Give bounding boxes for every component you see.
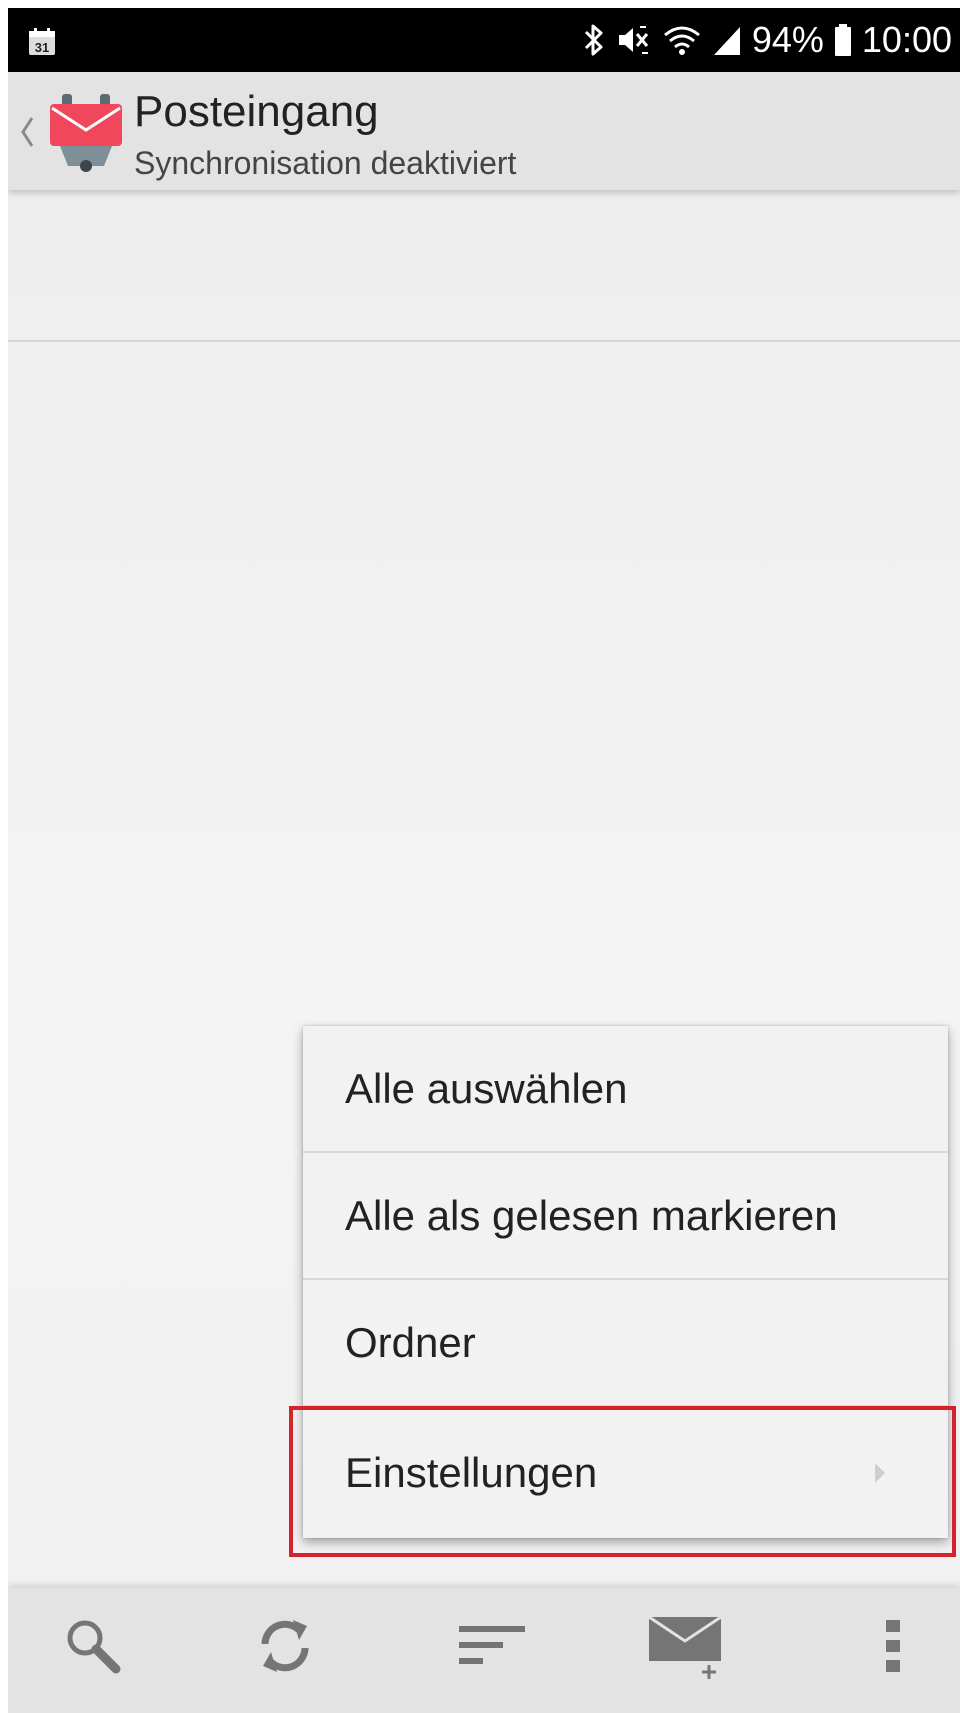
page-title: Posteingang [134,87,379,136]
menu-item-settings[interactable]: Einstellungen [303,1407,948,1538]
status-bar: 31 94% 10:00 [8,8,960,72]
menu-item-mark-all-read[interactable]: Alle als gelesen markieren [303,1153,948,1280]
sync-status: Synchronisation deaktiviert [134,145,517,181]
refresh-icon [253,1614,317,1683]
battery-icon [834,23,852,57]
menu-item-label: Alle auswählen [345,1064,628,1112]
action-bar: Posteingang Synchronisation deaktiviert [8,72,960,190]
list-divider [8,340,960,342]
overflow-menu: Alle auswählen Alle als gelesen markiere… [303,1026,948,1538]
overflow-menu-button[interactable] [848,1608,938,1688]
menu-item-folders[interactable]: Ordner [303,1280,948,1407]
back-chevron-icon[interactable] [18,114,36,150]
menu-item-select-all[interactable]: Alle auswählen [303,1026,948,1153]
submenu-arrow-icon [874,1462,886,1484]
compose-mail-icon [647,1611,731,1686]
phone-screen: 31 94% 10:00 Posteingang Synchronisation… [8,8,960,1713]
calendar-icon: 31 [28,28,56,56]
sort-button[interactable] [448,1608,538,1688]
search-button[interactable] [48,1608,138,1688]
menu-item-label: Ordner [345,1318,476,1366]
status-icons: 94% 10:00 [582,8,952,72]
overflow-menu-icon [883,1616,903,1681]
menu-item-label: Alle als gelesen markieren [345,1191,838,1239]
refresh-button[interactable] [240,1608,330,1688]
signal-icon [712,23,742,57]
mute-icon [616,23,652,57]
wifi-icon [662,23,702,57]
battery-percent: 94% [751,19,824,60]
calendar-date: 31 [35,40,49,55]
compose-button[interactable] [644,1608,734,1688]
search-icon [61,1614,125,1683]
menu-item-label: Einstellungen [345,1448,598,1496]
bluetooth-icon [582,23,606,57]
sort-icon [457,1618,529,1679]
bottom-toolbar [8,1588,960,1713]
k9-mail-app-icon[interactable] [42,92,130,176]
clock: 10:00 [861,19,952,60]
